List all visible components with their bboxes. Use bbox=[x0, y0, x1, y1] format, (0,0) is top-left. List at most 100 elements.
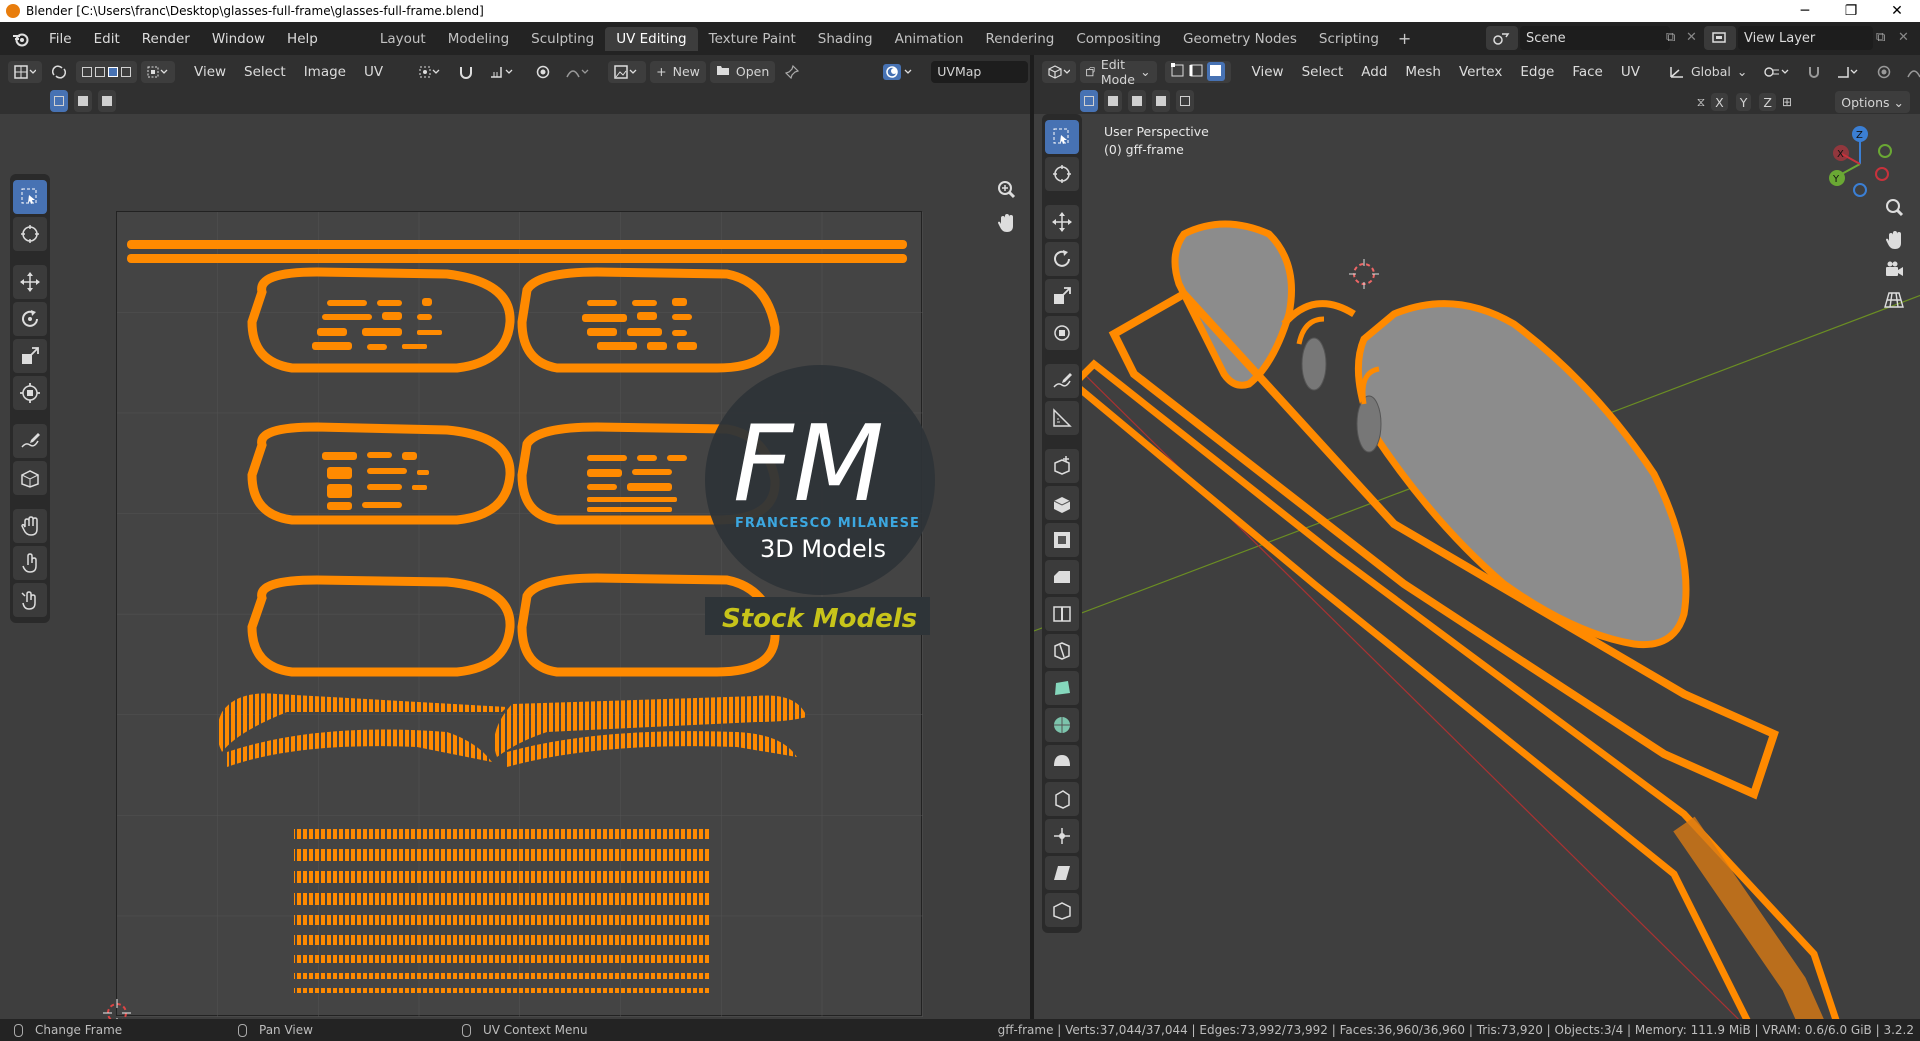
mode-selector[interactable]: Edit Mode ⌄ bbox=[1080, 57, 1157, 87]
transform-orientation-selector[interactable]: Global ⌄ bbox=[1663, 61, 1753, 83]
vp-select-box-tool-icon[interactable] bbox=[1045, 120, 1079, 154]
tab-rendering[interactable]: Rendering bbox=[974, 27, 1065, 51]
grab-tool-icon[interactable] bbox=[13, 509, 47, 543]
perspective-toggle-icon[interactable] bbox=[1880, 286, 1908, 314]
uv-menu-view[interactable]: View bbox=[185, 64, 235, 80]
rip-tool-icon[interactable] bbox=[13, 461, 47, 495]
snap-icon[interactable] bbox=[452, 61, 480, 83]
poly-build-tool-icon[interactable] bbox=[1045, 671, 1079, 705]
smooth-tool-icon[interactable] bbox=[1045, 745, 1079, 779]
tab-scripting[interactable]: Scripting bbox=[1308, 27, 1390, 51]
vertex-select-icon[interactable] bbox=[82, 66, 92, 77]
edge-slide-tool-icon[interactable] bbox=[1045, 782, 1079, 816]
island-select-icon[interactable] bbox=[121, 66, 131, 77]
vp-menu-vertex[interactable]: Vertex bbox=[1450, 64, 1511, 80]
uv-sync-selection-icon[interactable] bbox=[46, 61, 72, 83]
select-new-icon[interactable] bbox=[50, 90, 68, 112]
tab-shading[interactable]: Shading bbox=[807, 27, 884, 51]
menu-render[interactable]: Render bbox=[131, 31, 201, 47]
view-layer-icon[interactable] bbox=[1704, 26, 1736, 50]
minimize-button[interactable]: ─ bbox=[1782, 3, 1828, 19]
vp-menu-uv[interactable]: UV bbox=[1612, 64, 1649, 80]
relax-tool-icon[interactable] bbox=[13, 546, 47, 580]
vp-menu-edge[interactable]: Edge bbox=[1511, 64, 1563, 80]
uvmap-field[interactable]: UVMap bbox=[931, 60, 1028, 83]
blender-logo-icon[interactable] bbox=[10, 28, 32, 50]
new-image-button[interactable]: + New bbox=[650, 60, 706, 83]
vp-cursor-tool-icon[interactable] bbox=[1045, 157, 1079, 191]
sticky-selection-icon[interactable] bbox=[141, 60, 175, 83]
tab-texture-paint[interactable]: Texture Paint bbox=[698, 27, 807, 51]
rotate-tool-icon[interactable] bbox=[13, 302, 47, 336]
vp-scale-tool-icon[interactable] bbox=[1045, 279, 1079, 313]
select-extend-icon[interactable] bbox=[74, 90, 92, 112]
vp-select-invert-icon[interactable] bbox=[1152, 90, 1170, 112]
open-image-button[interactable]: Open bbox=[709, 60, 776, 83]
tab-modeling[interactable]: Modeling bbox=[437, 27, 520, 51]
pin-icon[interactable] bbox=[779, 61, 805, 83]
uv-menu-uv[interactable]: UV bbox=[355, 64, 392, 80]
vp-select-new-icon[interactable] bbox=[1080, 90, 1098, 112]
loop-cut-tool-icon[interactable] bbox=[1045, 597, 1079, 631]
pivot-point-icon[interactable] bbox=[412, 61, 448, 83]
pan-view-icon[interactable] bbox=[992, 209, 1020, 237]
menu-edit[interactable]: Edit bbox=[83, 31, 131, 47]
proportional-editing-icon[interactable] bbox=[530, 61, 556, 83]
tab-uv-editing[interactable]: UV Editing bbox=[605, 26, 698, 51]
new-scene-icon[interactable]: ⧉ bbox=[1666, 30, 1675, 45]
shear-tool-icon[interactable] bbox=[1045, 856, 1079, 890]
3d-cursor-icon[interactable] bbox=[1353, 263, 1375, 285]
scene-selector-icon[interactable] bbox=[1486, 26, 1518, 50]
rip-region-tool-icon[interactable] bbox=[1045, 893, 1079, 927]
zoom-view-icon[interactable] bbox=[992, 176, 1020, 204]
vp-menu-view[interactable]: View bbox=[1243, 64, 1293, 80]
tab-compositing[interactable]: Compositing bbox=[1065, 27, 1172, 51]
vp-menu-mesh[interactable]: Mesh bbox=[1396, 64, 1450, 80]
navigation-gizmo[interactable]: Z Y X bbox=[1820, 124, 1900, 204]
proportional-falloff-icon[interactable] bbox=[560, 61, 596, 83]
vp-move-tool-icon[interactable] bbox=[1045, 205, 1079, 239]
vp-annotate-tool-icon[interactable] bbox=[1045, 364, 1079, 398]
remove-scene-icon[interactable]: ✕ bbox=[1686, 30, 1697, 45]
snap-target-icon[interactable] bbox=[484, 61, 522, 83]
edge-select-icon[interactable] bbox=[95, 66, 105, 77]
vp-select-intersect-icon[interactable] bbox=[1176, 90, 1194, 112]
vp-select-subtract-icon[interactable] bbox=[1128, 90, 1146, 112]
vp-menu-face[interactable]: Face bbox=[1563, 64, 1612, 80]
camera-view-icon[interactable] bbox=[1880, 256, 1908, 284]
vp-menu-add[interactable]: Add bbox=[1352, 64, 1396, 80]
menu-file[interactable]: File bbox=[38, 31, 83, 47]
spin-tool-icon[interactable] bbox=[1045, 708, 1079, 742]
vp-menu-select[interactable]: Select bbox=[1293, 64, 1353, 80]
vp-snap-icon[interactable] bbox=[1801, 61, 1827, 83]
shrink-fatten-tool-icon[interactable] bbox=[1045, 819, 1079, 853]
vp-select-extend-icon[interactable] bbox=[1104, 90, 1122, 112]
menu-window[interactable]: Window bbox=[201, 31, 276, 47]
edge-mode-icon[interactable] bbox=[1189, 63, 1205, 80]
tab-sculpting[interactable]: Sculpting bbox=[520, 27, 605, 51]
knife-tool-icon[interactable] bbox=[1045, 634, 1079, 668]
select-subtract-icon[interactable] bbox=[98, 90, 116, 112]
options-dropdown[interactable]: Options ⌄ bbox=[1835, 91, 1910, 113]
new-view-layer-icon[interactable]: ⧉ bbox=[1876, 30, 1885, 45]
viewport-canvas[interactable]: User Perspective (0) gff-frame Z Y X bbox=[1034, 114, 1920, 1019]
view-layer-field[interactable]: View Layer bbox=[1738, 26, 1873, 50]
editor-type-3d-icon[interactable] bbox=[1042, 60, 1076, 83]
inset-tool-icon[interactable] bbox=[1045, 523, 1079, 557]
overlays-icon[interactable] bbox=[877, 61, 919, 83]
scene-name-field[interactable]: Scene bbox=[1520, 26, 1670, 50]
tab-animation[interactable]: Animation bbox=[884, 27, 975, 51]
vp-pan-icon[interactable] bbox=[1880, 226, 1908, 254]
add-workspace-button[interactable]: + bbox=[1390, 29, 1419, 48]
cursor-tool-icon[interactable] bbox=[13, 217, 47, 251]
face-mode-icon[interactable] bbox=[1206, 62, 1225, 81]
face-select-icon[interactable] bbox=[108, 66, 118, 77]
vp-snap-target-icon[interactable] bbox=[1831, 61, 1867, 83]
vp-rotate-tool-icon[interactable] bbox=[1045, 242, 1079, 276]
tab-geometry-nodes[interactable]: Geometry Nodes bbox=[1172, 27, 1308, 51]
extrude-tool-icon[interactable] bbox=[1045, 486, 1079, 520]
scale-tool-icon[interactable] bbox=[13, 339, 47, 373]
tab-layout[interactable]: Layout bbox=[369, 27, 437, 51]
uv-menu-select[interactable]: Select bbox=[235, 64, 295, 80]
topology-mirror-icon[interactable]: ⊞ bbox=[1782, 95, 1792, 109]
